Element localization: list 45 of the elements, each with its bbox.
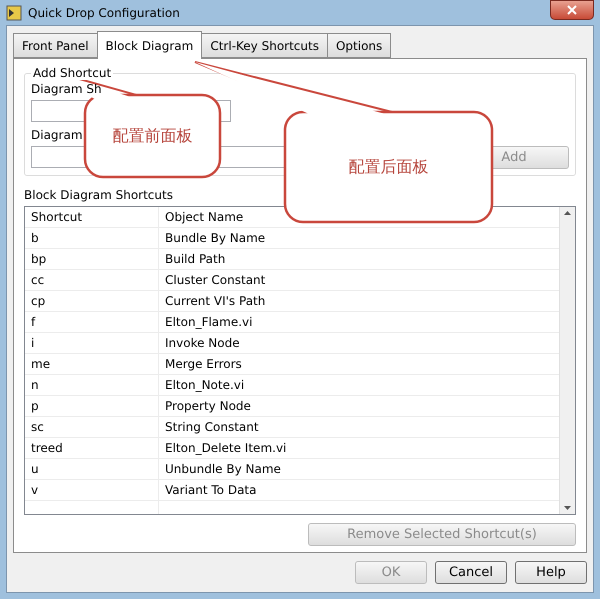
table-cell: i — [25, 333, 159, 353]
table-cell: me — [25, 354, 159, 374]
table-cell-text: Elton_Note.vi — [164, 377, 246, 394]
table-cell: u — [25, 459, 159, 479]
table-cell: f — [25, 312, 159, 332]
table-cell-text: Bundle By Name — [164, 230, 266, 247]
close-button[interactable] — [550, 0, 594, 20]
tab[interactable]: Block Diagram — [96, 31, 202, 59]
table-cell-text: Merge Errors — [164, 356, 243, 373]
window-title: Quick Drop Configuration — [28, 6, 180, 20]
table-cell: sc — [25, 417, 159, 437]
table-cell: treed — [25, 438, 159, 458]
table-cell-text: Elton_Delete Item.vi — [164, 440, 288, 457]
close-icon — [567, 5, 577, 15]
field-label: Diagram Sh — [31, 82, 102, 96]
tab[interactable]: Ctrl-Key Shortcuts — [201, 33, 328, 58]
scroll-down-icon — [564, 506, 571, 510]
table-cell: v — [25, 480, 159, 500]
table-cell: n — [25, 375, 159, 395]
callout-text: 配置前面板 — [112, 126, 192, 147]
table-cell-text: Elton_Flame.vi — [164, 314, 254, 331]
table-cell: p — [25, 396, 159, 416]
list-title: Block Diagram Shortcuts — [24, 188, 173, 202]
table-cell-text: Property Node — [164, 398, 252, 415]
app-icon — [6, 4, 22, 20]
table-cell-text: Invoke Node — [164, 335, 241, 352]
callout-text: 配置后面板 — [348, 157, 428, 178]
table-cell-text: String Constant — [164, 419, 260, 436]
tab[interactable]: Options — [326, 33, 392, 58]
table-cell-text: Variant To Data — [164, 482, 258, 499]
table-cell-text: Cluster Constant — [164, 272, 266, 289]
dialog-button[interactable]: Cancel — [435, 561, 507, 584]
field-label: Diagram — [31, 128, 83, 142]
dialog-button[interactable]: Help — [515, 561, 587, 584]
table-cell-text: Build Path — [164, 251, 226, 268]
table-cell: bp — [25, 249, 159, 269]
table-cell: cp — [25, 291, 159, 311]
table-cell: b — [25, 228, 159, 248]
table-cell: cc — [25, 270, 159, 290]
table-cell-text: Current VI's Path — [164, 293, 266, 310]
tab[interactable]: Front Panel — [13, 33, 98, 58]
scrollbar[interactable] — [559, 207, 575, 514]
group-title: Add Shortcut — [31, 66, 114, 80]
table-cell-text: Unbundle By Name — [164, 461, 282, 478]
scroll-up-icon — [564, 211, 571, 215]
